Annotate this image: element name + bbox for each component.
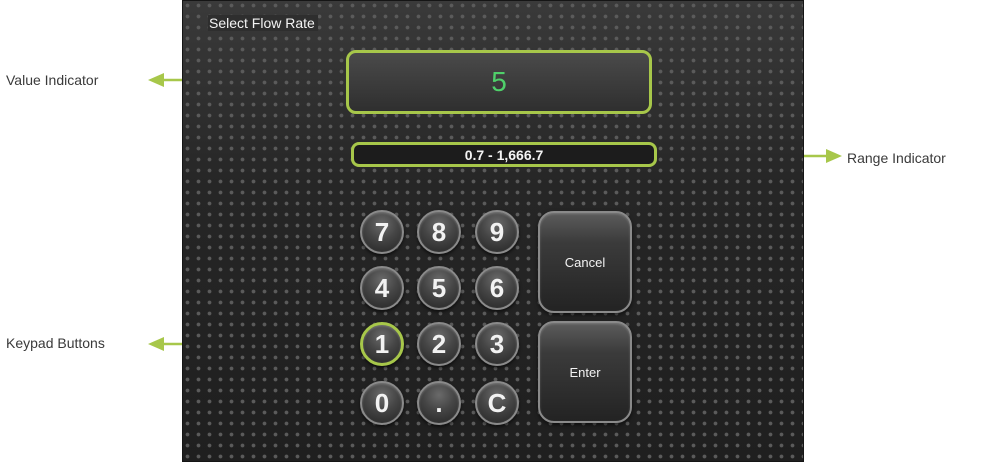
key-8[interactable]: 8 [417,210,461,254]
range-indicator-label: Range Indicator [847,150,946,166]
key-clear[interactable]: C [475,381,519,425]
key-0[interactable]: 0 [360,381,404,425]
key-4[interactable]: 4 [360,266,404,310]
screen-title: Select Flow Rate [208,15,318,31]
key-6[interactable]: 6 [475,266,519,310]
range-text: 0.7 - 1,666.7 [464,146,544,163]
flow-rate-screen: Select Flow Rate 5 0.7 - 1,666.7 7 8 9 4… [182,0,804,462]
enter-button[interactable]: Enter [538,321,632,423]
cancel-button[interactable]: Cancel [538,211,632,313]
keypad-buttons-label: Keypad Buttons [6,335,105,351]
range-indicator: 0.7 - 1,666.7 [351,142,657,167]
key-1[interactable]: 1 [360,322,404,366]
key-2[interactable]: 2 [417,322,461,366]
value-text: 5 [491,66,507,97]
key-9[interactable]: 9 [475,210,519,254]
key-7[interactable]: 7 [360,210,404,254]
value-indicator-label: Value Indicator [6,72,99,88]
key-5[interactable]: 5 [417,266,461,310]
key-decimal[interactable]: . [417,381,461,425]
value-indicator: 5 [346,50,652,114]
key-3[interactable]: 3 [475,322,519,366]
